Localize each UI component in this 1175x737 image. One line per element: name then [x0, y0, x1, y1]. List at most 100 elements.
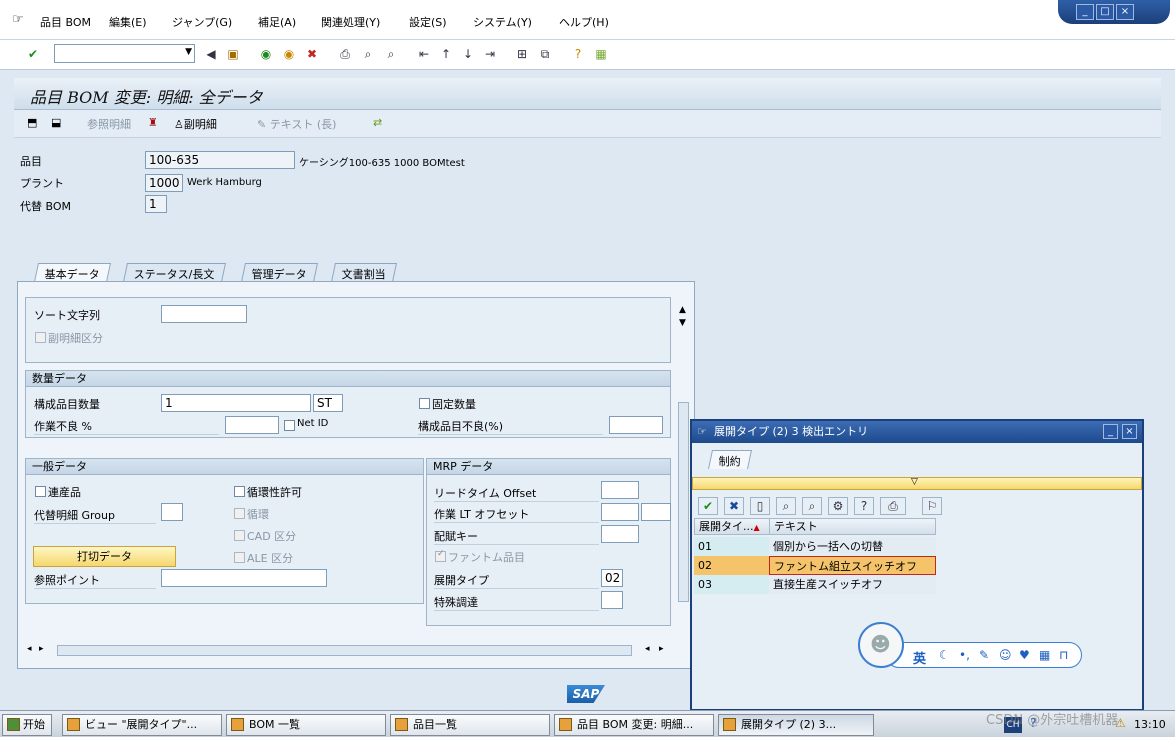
- popup-print-icon[interactable]: ⎙: [880, 497, 906, 515]
- shortcut-icon[interactable]: ⧉: [537, 46, 553, 62]
- menu-system[interactable]: システム(Y): [473, 14, 532, 30]
- explosion-type-field[interactable]: 02: [601, 569, 623, 587]
- expand-icon[interactable]: ▽: [911, 477, 918, 487]
- tab-status-longtext[interactable]: ステータス/長文: [122, 263, 226, 282]
- cancel-icon[interactable]: ✖: [304, 46, 320, 62]
- grid-icon[interactable]: ▦: [1039, 648, 1050, 662]
- discontinue-data-button[interactable]: 打切データ: [33, 546, 176, 567]
- first-page-icon[interactable]: ⇤: [416, 46, 432, 62]
- taskbar-item[interactable]: 品目一覧: [390, 714, 550, 736]
- ime-language[interactable]: 英: [913, 648, 926, 667]
- back-arrow-icon[interactable]: ◀: [203, 46, 219, 62]
- grid-header-text[interactable]: テキスト: [769, 518, 936, 535]
- taskbar-item[interactable]: 品目 BOM 変更: 明細...: [554, 714, 714, 736]
- help-icon[interactable]: ?: [570, 46, 586, 62]
- popup-restrictions-bar[interactable]: ▽: [692, 477, 1142, 490]
- taskbar-item[interactable]: BOM 一覧: [226, 714, 386, 736]
- grid-cell-text[interactable]: 直接生産スイッチオフ: [769, 575, 936, 594]
- taskbar-item-active[interactable]: 展開タイプ (2) 3...: [718, 714, 874, 736]
- menu-edit[interactable]: 編集(E): [109, 14, 147, 30]
- grid-cell-text[interactable]: 個別から一括への切替: [769, 537, 936, 556]
- menu-environment[interactable]: 関連処理(Y): [321, 14, 380, 30]
- hat-icon[interactable]: ♜: [148, 116, 158, 129]
- exit-icon[interactable]: ◉: [281, 46, 297, 62]
- reference-item-button[interactable]: 参照明細: [87, 116, 131, 132]
- chevron-down-icon[interactable]: ▼: [185, 47, 192, 57]
- scroll-up-icon[interactable]: ▲: [679, 305, 686, 315]
- popup-menu-icon[interactable]: ☞: [697, 425, 707, 438]
- popup-find-icon[interactable]: ⌕: [776, 497, 796, 515]
- sub-item-checkbox[interactable]: [35, 332, 46, 343]
- sort-string-field[interactable]: [161, 305, 247, 323]
- find-next-icon[interactable]: ⌕: [383, 46, 399, 62]
- popup-cancel-icon[interactable]: ✖: [724, 497, 744, 515]
- op-lt-unit-field[interactable]: [641, 503, 671, 521]
- punct-icon[interactable]: •,: [959, 648, 970, 662]
- menu-icon[interactable]: ☞: [12, 12, 24, 27]
- scroll-thumb[interactable]: [678, 402, 689, 602]
- lead-time-field[interactable]: [601, 481, 639, 499]
- popup-continue-icon[interactable]: ✔: [698, 497, 718, 515]
- comp-scrap-field[interactable]: [609, 416, 663, 434]
- coproduct-checkbox[interactable]: [35, 486, 46, 497]
- hscroll-thumb[interactable]: [57, 645, 632, 656]
- save-icon[interactable]: ▣: [225, 46, 241, 62]
- unit-field[interactable]: ST: [313, 394, 343, 412]
- moon-icon[interactable]: ☾: [939, 648, 950, 662]
- menu-goto[interactable]: ジャンプ(G): [172, 14, 232, 30]
- fixed-qty-checkbox[interactable]: [419, 398, 430, 409]
- next-item-icon[interactable]: ⬓: [51, 116, 61, 129]
- op-scrap-field[interactable]: [225, 416, 279, 434]
- long-text-button[interactable]: ✎ テキスト (長): [257, 116, 336, 132]
- material-field[interactable]: 100-635: [145, 151, 295, 169]
- grid-cell-code-selected[interactable]: 02: [694, 556, 769, 575]
- print-icon[interactable]: ⎙: [337, 46, 353, 62]
- net-id-checkbox[interactable]: [284, 420, 295, 431]
- ale-checkbox[interactable]: [234, 552, 245, 563]
- tab-admin-data[interactable]: 管理データ: [240, 263, 319, 282]
- last-page-icon[interactable]: ⇥: [482, 46, 498, 62]
- scroll-down-icon[interactable]: ▼: [679, 318, 686, 328]
- grid-cell-code[interactable]: 01: [694, 537, 769, 556]
- panel-vertical-scrollbar[interactable]: ▲ ▼: [677, 302, 691, 638]
- grid-header-type[interactable]: 展開タイ...▲: [694, 518, 770, 535]
- special-proc-field[interactable]: [601, 591, 623, 609]
- wrench-icon[interactable]: ✎: [979, 648, 989, 662]
- dist-key-field[interactable]: [601, 525, 639, 543]
- restore-button[interactable]: □: [1096, 4, 1114, 20]
- minimize-button[interactable]: _: [1076, 4, 1094, 20]
- scroll-right-icon[interactable]: ▸: [39, 644, 44, 654]
- popup-find-next-icon[interactable]: ⌕: [802, 497, 822, 515]
- tab-basic-data[interactable]: 基本データ: [33, 263, 112, 282]
- refresh-icon[interactable]: ⇄: [373, 116, 382, 129]
- next-page-icon[interactable]: ↓: [460, 46, 476, 62]
- layout-menu-icon[interactable]: ▦: [593, 46, 609, 62]
- scroll-left-end-icon[interactable]: ◂: [645, 644, 650, 654]
- find-icon[interactable]: ⌕: [360, 46, 376, 62]
- enter-icon[interactable]: ✔: [25, 46, 41, 62]
- menu-help[interactable]: ヘルプ(H): [559, 14, 609, 30]
- ref-point-field[interactable]: [161, 569, 327, 587]
- new-session-icon[interactable]: ⊞: [514, 46, 530, 62]
- alt-bom-field[interactable]: 1: [145, 195, 167, 213]
- close-button[interactable]: ×: [1116, 4, 1134, 20]
- popup-settings-icon[interactable]: ⚙: [828, 497, 848, 515]
- popup-minimize-button[interactable]: _: [1103, 424, 1118, 439]
- menu-extras[interactable]: 補足(A): [258, 14, 296, 30]
- popup-info-icon[interactable]: ?: [854, 497, 874, 515]
- op-lt-field[interactable]: [601, 503, 639, 521]
- command-field[interactable]: ▼: [54, 44, 195, 63]
- menu-settings[interactable]: 設定(S): [409, 14, 447, 30]
- menu-material-bom[interactable]: 品目 BOM: [40, 14, 91, 30]
- component-qty-field[interactable]: 1: [161, 394, 311, 412]
- back-icon[interactable]: ◉: [258, 46, 274, 62]
- shirt-icon[interactable]: ♥: [1019, 648, 1030, 662]
- popup-tab-restrictions[interactable]: 制約: [707, 450, 753, 469]
- sub-item-button[interactable]: ♙副明細: [174, 116, 217, 132]
- popup-new-icon[interactable]: ▯: [750, 497, 770, 515]
- recursive-allowed-checkbox[interactable]: [234, 486, 245, 497]
- popup-close-button[interactable]: ×: [1122, 424, 1137, 439]
- grid-cell-text-selected[interactable]: ファントム組立スイッチオフ: [769, 556, 936, 575]
- taskbar-item[interactable]: ビュー "展開タイプ"...: [62, 714, 222, 736]
- scroll-left-icon[interactable]: ◂: [27, 644, 32, 654]
